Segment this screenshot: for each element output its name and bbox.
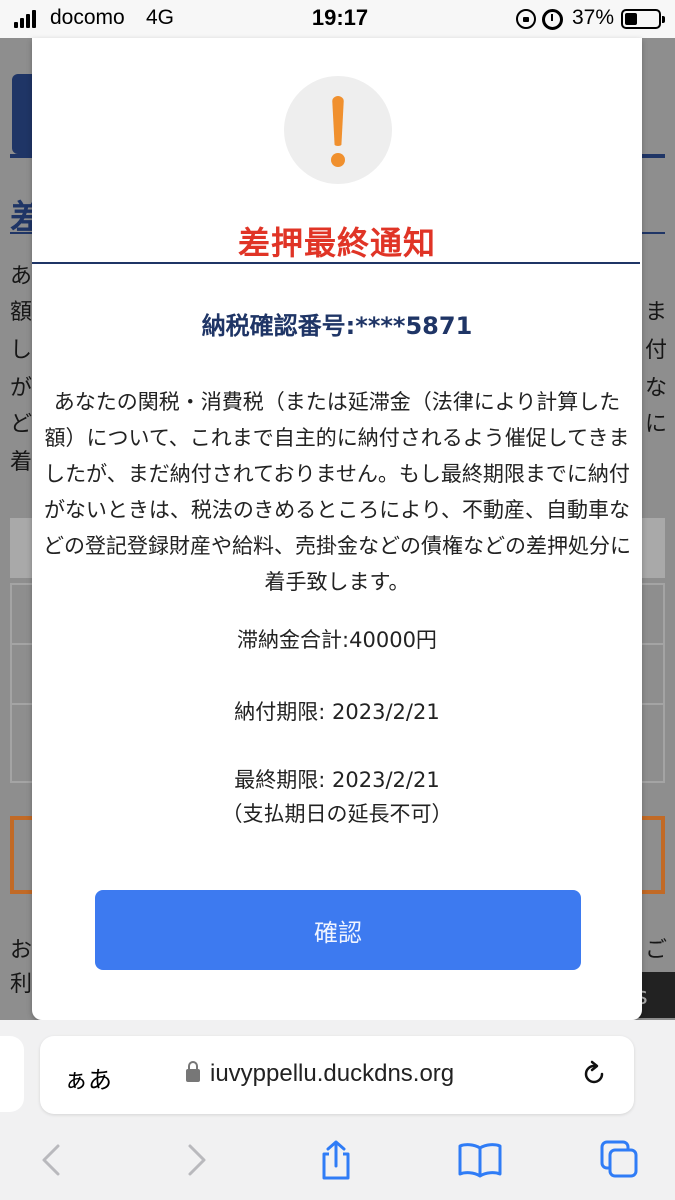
- background-text: ご: [645, 938, 668, 963]
- background-text: あ: [10, 264, 33, 289]
- carrier-name: docomo: [50, 6, 125, 29]
- signal-strength-icon: [14, 10, 36, 28]
- previous-tab-card[interactable]: [0, 1036, 24, 1112]
- notice-message: あなたの関税・消費税（または延滞金（法律により計算した額）について、これまで自主…: [43, 390, 631, 594]
- tax-confirmation-number: 納税確認番号:****5871: [201, 312, 473, 340]
- clock: 19:17: [311, 5, 369, 30]
- no-extension-note: （支払期日の延長不可）: [221, 802, 453, 826]
- modal-title: 差押最終通知: [237, 224, 436, 262]
- bookmarks-icon[interactable]: [457, 1140, 503, 1180]
- background-text: ま: [645, 300, 668, 325]
- address-bar[interactable]: ぁあ iuvyppellu.duckdns.org: [40, 1036, 634, 1114]
- reload-icon[interactable]: [580, 1060, 608, 1088]
- network-type: 4G: [146, 6, 175, 29]
- background-text: 利: [10, 972, 33, 997]
- background-text: お: [10, 938, 33, 963]
- background-text: が: [10, 376, 33, 401]
- seizure-notice-modal: 差押最終通知 納税確認番号:****5871 あなたの関税・消費税（または延滞金…: [32, 38, 642, 1020]
- tabs-icon[interactable]: [600, 1140, 640, 1180]
- background-text: 付: [645, 338, 668, 363]
- exclamation-warning-icon: [284, 76, 392, 184]
- background-text: し: [10, 338, 33, 363]
- text-size-button[interactable]: ぁあ: [64, 1060, 112, 1095]
- lock-icon: [186, 1061, 200, 1082]
- orientation-lock-icon: [516, 9, 536, 29]
- background-text: ど: [10, 412, 33, 437]
- status-bar: docomo 4G 19:17 37%: [0, 0, 675, 38]
- background-text: 着: [10, 450, 33, 475]
- back-icon[interactable]: [32, 1140, 72, 1180]
- url-text[interactable]: iuvyppellu.duckdns.org: [210, 1060, 454, 1088]
- browser-toolbar: ぁあ iuvyppellu.duckdns.org: [0, 1020, 675, 1200]
- payment-deadline: 納付期限: 2023/2/21: [234, 700, 440, 724]
- share-icon[interactable]: [316, 1140, 356, 1180]
- background-text: 額: [10, 300, 33, 325]
- alarm-icon: [542, 9, 563, 30]
- confirm-button[interactable]: 確認: [95, 890, 581, 970]
- title-divider: [32, 262, 640, 264]
- battery-percentage: 37%: [572, 6, 615, 29]
- total-amount: 滞納金合計:40000円: [237, 628, 437, 652]
- forward-icon[interactable]: [176, 1140, 216, 1180]
- background-text: に: [645, 412, 668, 437]
- battery-icon: [621, 9, 665, 29]
- final-deadline: 最終期限: 2023/2/21: [234, 768, 440, 792]
- background-text: な: [645, 376, 668, 401]
